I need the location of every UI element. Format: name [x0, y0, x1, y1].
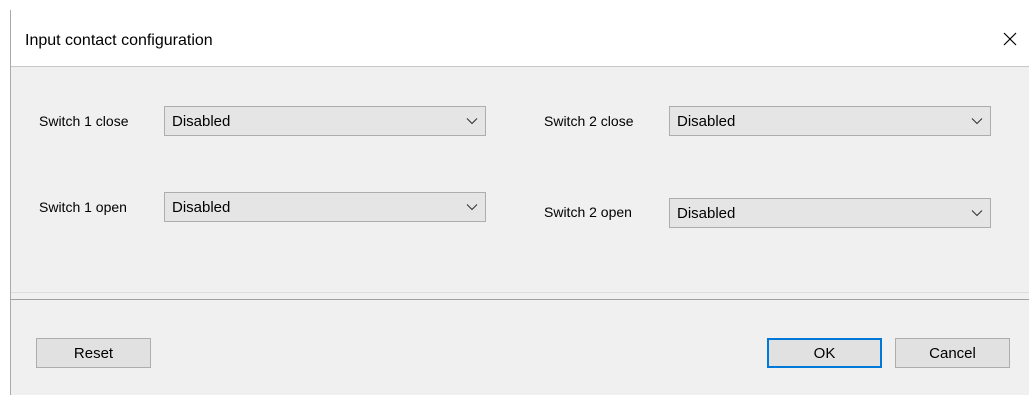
switch1-close-value: Disabled: [172, 112, 231, 130]
switch2-close-label: Switch 2 close: [544, 113, 634, 129]
chevron-down-icon: [459, 193, 485, 221]
dialog-window: Input contact configuration Switch 1 clo…: [10, 10, 1029, 395]
title-bar: Input contact configuration: [11, 10, 1029, 67]
switch1-open-value: Disabled: [172, 198, 231, 216]
switch2-close-value: Disabled: [677, 112, 736, 130]
switch2-open-dropdown[interactable]: Disabled: [669, 198, 991, 228]
switch1-close-dropdown[interactable]: Disabled: [164, 106, 486, 136]
settings-panel: Switch 1 close Disabled Switch 1 open Di…: [11, 67, 1029, 292]
window-title: Input contact configuration: [25, 32, 213, 49]
switch1-open-dropdown[interactable]: Disabled: [164, 192, 486, 222]
ok-button[interactable]: OK: [767, 338, 882, 368]
chevron-down-icon: [964, 107, 990, 135]
switch2-open-label: Switch 2 open: [544, 204, 632, 220]
footer-separator: [11, 292, 1029, 300]
reset-button[interactable]: Reset: [36, 338, 151, 368]
switch1-close-label: Switch 1 close: [39, 113, 129, 129]
button-bar: Reset OK Cancel: [11, 300, 1029, 395]
chevron-down-icon: [964, 199, 990, 227]
switch1-open-label: Switch 1 open: [39, 199, 127, 215]
chevron-down-icon: [459, 107, 485, 135]
switch2-open-value: Disabled: [677, 204, 736, 222]
close-icon: [1003, 32, 1017, 46]
close-button[interactable]: [995, 24, 1025, 54]
cancel-button[interactable]: Cancel: [895, 338, 1010, 368]
switch2-close-dropdown[interactable]: Disabled: [669, 106, 991, 136]
